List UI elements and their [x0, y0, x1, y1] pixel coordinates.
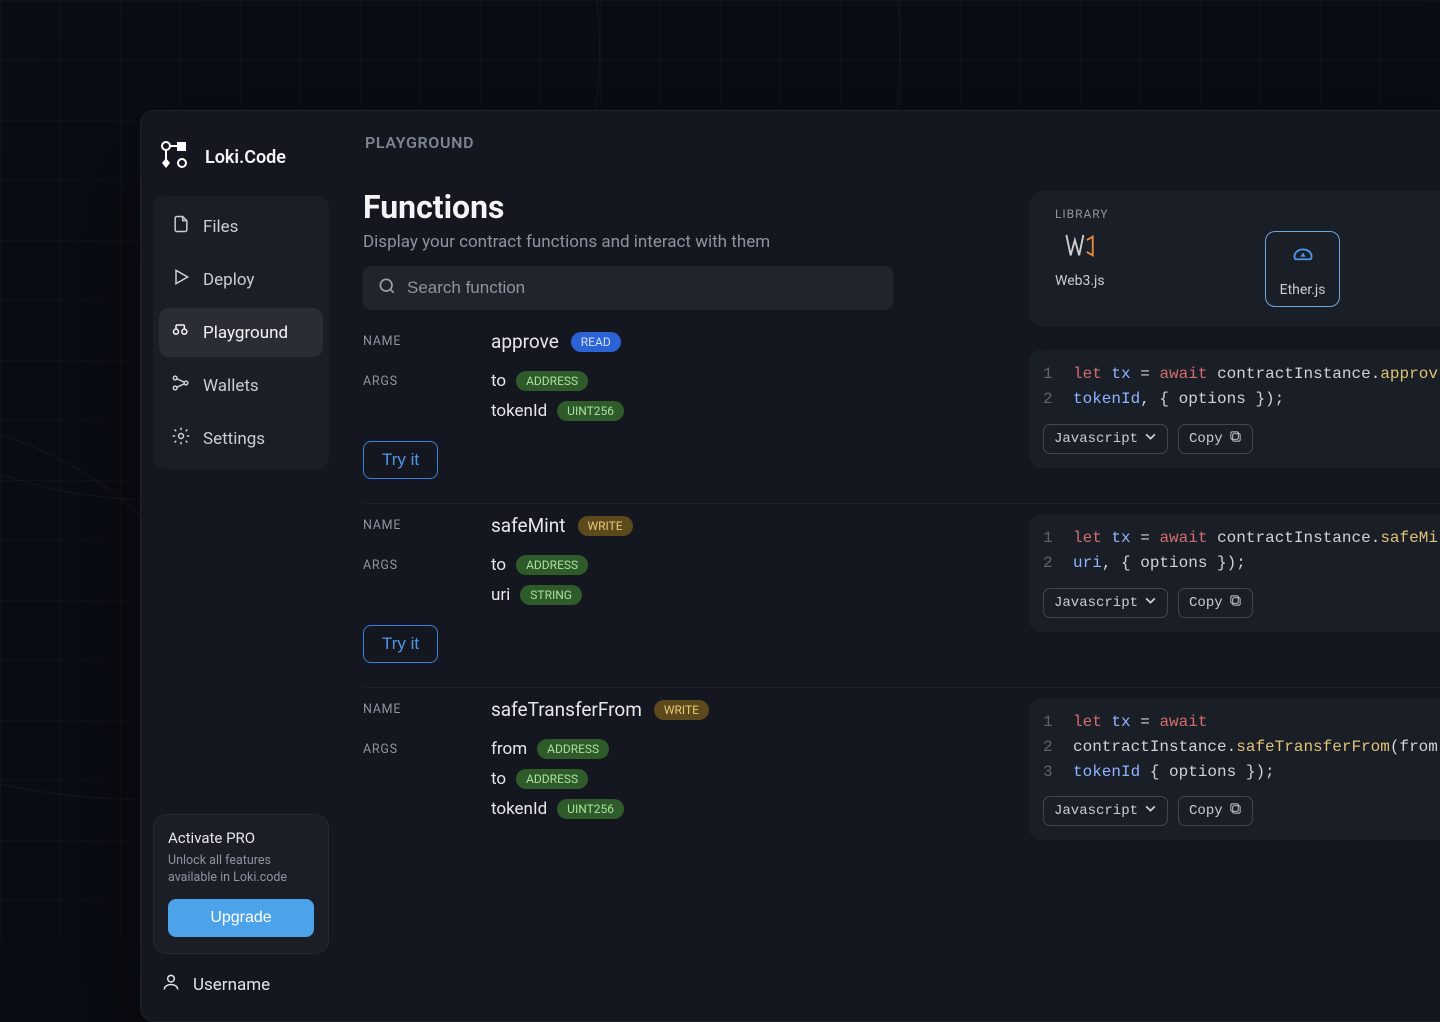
- library-title: LIBRARY: [1055, 207, 1440, 221]
- arg-type-badge: ADDRESS: [516, 769, 588, 789]
- sidebar-item-files[interactable]: Files: [159, 202, 323, 251]
- arg-type-badge: ADDRESS: [516, 371, 588, 391]
- code-line: 2tokenId, { options });: [1043, 387, 1440, 412]
- files-icon: [171, 214, 191, 239]
- arg-name: from: [491, 739, 527, 759]
- sidebar-item-label: Deploy: [203, 270, 254, 290]
- pro-title: Activate PRO: [168, 829, 314, 847]
- sidebar-item-deploy[interactable]: Deploy: [159, 255, 323, 304]
- wallets-icon: [171, 373, 191, 398]
- user-icon: [161, 972, 181, 997]
- function-safetransferfrom: NAME safeTransferFrom WRITE ARGS from AD…: [363, 687, 1440, 843]
- name-label: NAME: [363, 334, 491, 349]
- name-label: NAME: [363, 518, 491, 533]
- sidebar-item-wallets[interactable]: Wallets: [159, 361, 323, 410]
- deploy-icon: [171, 267, 191, 292]
- sidebar-item-label: Wallets: [203, 376, 259, 396]
- library-item-label: Web3.js: [1055, 273, 1105, 289]
- sidebar-item-playground[interactable]: Playground: [159, 308, 323, 357]
- sidebar-item-label: Files: [203, 217, 238, 237]
- code-line: 1let tx = await: [1043, 710, 1440, 735]
- activate-pro-box: Activate PRO Unlock all features availab…: [153, 814, 329, 954]
- sidebar-item-label: Playground: [203, 323, 288, 343]
- copy-button[interactable]: Copy: [1178, 588, 1253, 618]
- pro-subtitle: Unlock all features available in Loki.co…: [168, 853, 314, 887]
- functions-list: NAME approve READ ARGS to ADDRESS tokenI…: [363, 330, 1440, 843]
- upgrade-button[interactable]: Upgrade: [168, 899, 314, 937]
- copy-icon: [1229, 594, 1242, 612]
- function-name: approve: [491, 330, 559, 353]
- arg-name: tokenId: [491, 799, 547, 819]
- args-label: ARGS: [363, 374, 491, 389]
- language-dropdown[interactable]: Javascript: [1043, 588, 1168, 618]
- etherjs-icon: [1286, 240, 1320, 274]
- app-window: Loki.Code Files Deploy Playground: [140, 110, 1440, 1022]
- sidebar-nav: Files Deploy Playground Wallets: [153, 196, 329, 469]
- brand: Loki.Code: [153, 129, 329, 196]
- try-button[interactable]: Try it: [363, 625, 438, 663]
- chevron-down-icon: [1144, 430, 1157, 448]
- arg-type-badge: ADDRESS: [537, 739, 609, 759]
- logo-icon: [157, 137, 193, 178]
- args-label: ARGS: [363, 558, 491, 573]
- args-label: ARGS: [363, 742, 491, 757]
- copy-icon: [1229, 430, 1242, 448]
- copy-icon: [1229, 802, 1242, 820]
- sidebar-item-settings[interactable]: Settings: [159, 414, 323, 463]
- arg-name: to: [491, 555, 506, 575]
- sidebar-item-label: Settings: [203, 429, 265, 449]
- copy-button[interactable]: Copy: [1178, 796, 1253, 826]
- name-label: NAME: [363, 702, 491, 717]
- function-safemint: NAME safeMint WRITE ARGS to ADDRESS uri …: [363, 503, 1440, 687]
- kind-badge: READ: [571, 332, 621, 352]
- arg-name: tokenId: [491, 401, 547, 421]
- library-item-label: Ether.js: [1280, 282, 1326, 298]
- code-panel: 1let tx = await contractInstance.approv …: [1029, 350, 1440, 468]
- username-label: Username: [193, 975, 270, 995]
- gear-icon: [171, 426, 191, 451]
- brand-name: Loki.Code: [205, 147, 286, 168]
- arg-name: to: [491, 769, 506, 789]
- code-line: 1let tx = await contractInstance.approv: [1043, 362, 1440, 387]
- language-dropdown[interactable]: Javascript: [1043, 424, 1168, 454]
- main: PLAYGROUND Functions Display your contra…: [341, 111, 1440, 1021]
- code-panel: 1let tx = await 2contractInstance.safeTr…: [1029, 698, 1440, 840]
- search-icon: [377, 276, 397, 300]
- code-line: 2uri, { options });: [1043, 551, 1440, 576]
- chevron-down-icon: [1144, 594, 1157, 612]
- web3js-icon: [1063, 231, 1097, 265]
- sidebar: Loki.Code Files Deploy Playground: [141, 111, 341, 1021]
- playground-icon: [171, 320, 191, 345]
- arg-type-badge: STRING: [520, 585, 582, 605]
- code-line: 3tokenId { options });: [1043, 760, 1440, 785]
- arg-type-badge: ADDRESS: [516, 555, 588, 575]
- library-item-web3js[interactable]: Web3.js: [1055, 231, 1105, 307]
- arg-type-badge: UINT256: [557, 799, 624, 819]
- user-row[interactable]: Username: [153, 954, 329, 1003]
- function-name: safeMint: [491, 514, 566, 537]
- arg-name: to: [491, 371, 506, 391]
- function-approve: NAME approve READ ARGS to ADDRESS tokenI…: [363, 330, 1440, 503]
- search-box[interactable]: [363, 266, 893, 310]
- copy-button[interactable]: Copy: [1178, 424, 1253, 454]
- breadcrumb: PLAYGROUND: [363, 133, 1440, 152]
- try-button[interactable]: Try it: [363, 441, 438, 479]
- kind-badge: WRITE: [578, 516, 633, 536]
- code-panel: 1let tx = await contractInstance.safeMi …: [1029, 514, 1440, 632]
- library-panel: LIBRARY Web3.js Ether.js: [1029, 191, 1440, 327]
- search-input[interactable]: [407, 278, 879, 298]
- chevron-down-icon: [1144, 802, 1157, 820]
- arg-type-badge: UINT256: [557, 401, 624, 421]
- language-dropdown[interactable]: Javascript: [1043, 796, 1168, 826]
- code-line: 2contractInstance.safeTransferFrom(from: [1043, 735, 1440, 760]
- arg-name: uri: [491, 585, 510, 605]
- code-line: 1let tx = await contractInstance.safeMi: [1043, 526, 1440, 551]
- kind-badge: WRITE: [654, 700, 709, 720]
- function-name: safeTransferFrom: [491, 698, 642, 721]
- library-item-etherjs[interactable]: Ether.js: [1265, 231, 1341, 307]
